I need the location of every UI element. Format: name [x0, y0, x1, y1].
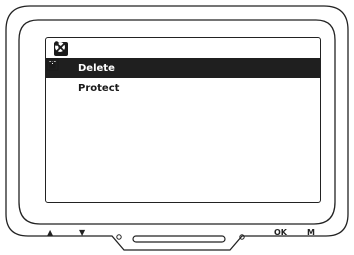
mode-tabs — [54, 41, 88, 57]
lock-icon — [46, 58, 72, 95]
trash-icon — [46, 58, 72, 75]
tab-settings[interactable] — [54, 41, 88, 56]
camera-device: Delete Protect ▲ ▼ OK M — [0, 0, 354, 255]
menu-list: Delete Protect — [46, 58, 320, 98]
down-button[interactable]: ▼ — [79, 228, 85, 237]
ok-button[interactable]: OK — [274, 228, 287, 237]
up-button[interactable]: ▲ — [47, 228, 53, 237]
menu-item-delete[interactable]: Delete — [46, 58, 320, 78]
center-slot — [132, 235, 226, 243]
menu-button[interactable]: M — [307, 228, 315, 237]
led-left — [116, 234, 122, 240]
menu-item-label: Protect — [78, 82, 120, 94]
menu-item-label: Delete — [78, 62, 115, 74]
menu-item-protect[interactable]: Protect — [46, 58, 320, 98]
settings-tools-icon — [54, 41, 66, 53]
lcd-screen: Delete Protect — [45, 37, 321, 203]
